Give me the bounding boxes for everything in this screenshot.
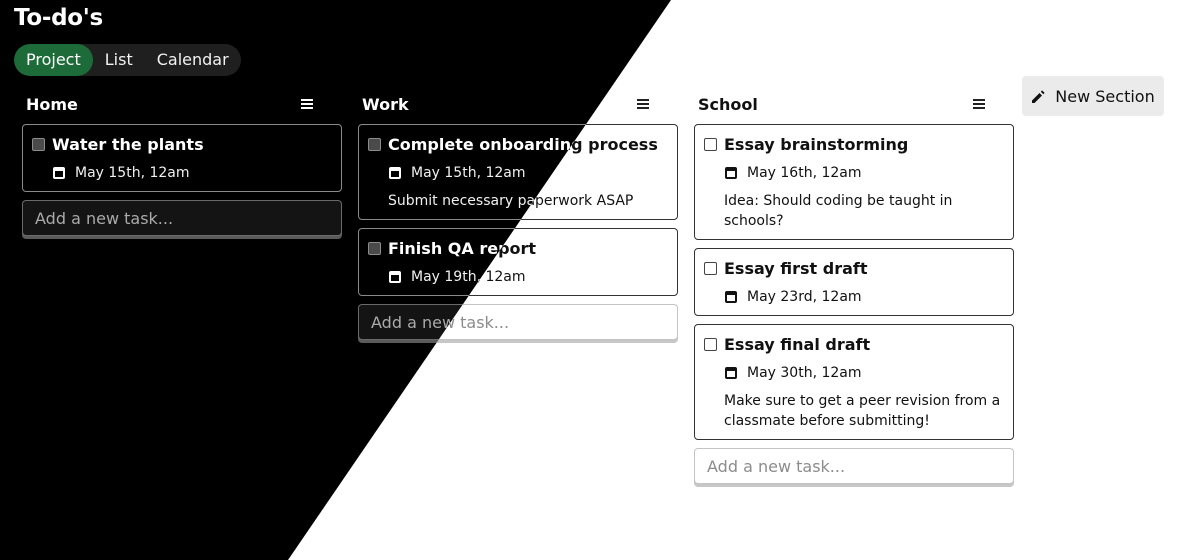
task-title: Essay first draft [724, 259, 868, 278]
task-date: May 16th, 12am [747, 165, 862, 181]
calendar-icon [53, 167, 65, 179]
task-date-row: May 15th, 12am [52, 163, 329, 183]
task-checkbox[interactable] [704, 262, 717, 275]
task-checkbox[interactable] [368, 242, 381, 255]
section-title: Home [26, 95, 78, 114]
calendar-icon [725, 367, 737, 379]
hamburger-menu-icon[interactable] [973, 99, 985, 109]
task-date-row: May 30th, 12am [724, 363, 1001, 383]
tab-calendar[interactable]: Calendar [145, 44, 241, 76]
task-checkbox[interactable] [32, 138, 45, 151]
task-description: Make sure to get a peer revision from a … [724, 393, 1001, 429]
add-task-input[interactable]: Add a new task... [22, 200, 342, 236]
task-title: Essay final draft [724, 335, 871, 354]
task-date-row: May 23rd, 12am [724, 287, 1001, 307]
section-school: School Essay brainstorming May 16th, 12a… [694, 90, 1014, 484]
new-section-label: New Section [1055, 86, 1155, 106]
task-card[interactable]: Essay first draft May 23rd, 12am [694, 248, 1014, 316]
new-section-button[interactable]: New Section [1022, 76, 1164, 116]
section-title: School [698, 95, 758, 114]
section-header: Home [22, 90, 342, 118]
task-checkbox[interactable] [704, 338, 717, 351]
app-title: To-do's [14, 5, 103, 31]
task-checkbox[interactable] [704, 138, 717, 151]
calendar-icon [389, 167, 401, 179]
calendar-icon [725, 167, 737, 179]
hamburger-menu-icon[interactable] [637, 99, 649, 109]
tab-project[interactable]: Project [14, 44, 93, 76]
task-title: Essay brainstorming [724, 135, 909, 154]
task-date: May 23rd, 12am [747, 289, 862, 305]
hamburger-menu-icon[interactable] [301, 99, 313, 109]
task-description: Idea: Should coding be taught in schools… [724, 193, 953, 229]
section-home: Home Water the plants May 15th, 12am Add… [22, 90, 342, 236]
task-date: May 15th, 12am [411, 165, 526, 181]
add-task-input[interactable]: Add a new task... [694, 448, 1014, 484]
task-date: May 15th, 12am [75, 165, 190, 181]
task-card[interactable]: Water the plants May 15th, 12am [22, 124, 342, 192]
pencil-icon [1031, 89, 1045, 103]
section-header: School [694, 90, 1014, 118]
calendar-icon [389, 271, 401, 283]
view-switcher: Project List Calendar [14, 44, 241, 76]
task-card[interactable]: Essay brainstorming May 16th, 12am Idea:… [694, 124, 1014, 240]
section-title: Work [362, 95, 409, 114]
tab-list[interactable]: List [93, 44, 145, 76]
task-card[interactable]: Essay final draft May 30th, 12am Make su… [694, 324, 1014, 440]
calendar-icon [725, 291, 737, 303]
task-date: May 30th, 12am [747, 365, 862, 381]
task-checkbox[interactable] [368, 138, 381, 151]
task-date-row: May 16th, 12am [724, 163, 1001, 183]
task-title: Water the plants [52, 135, 204, 154]
